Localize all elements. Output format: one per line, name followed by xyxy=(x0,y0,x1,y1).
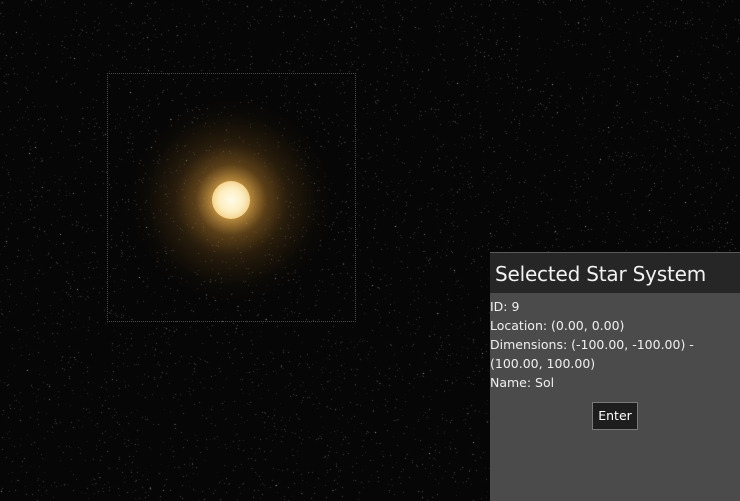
system-location: Location: (0.00, 0.00) xyxy=(490,318,625,333)
panel-title: Selected Star System xyxy=(495,262,707,286)
space-map-viewport[interactable]: Selected Star System ID: 9 Location: (0.… xyxy=(0,0,740,501)
system-id: ID: 9 xyxy=(490,299,520,314)
selected-star-system-panel: Selected Star System ID: 9 Location: (0.… xyxy=(490,252,740,501)
system-name: Name: Sol xyxy=(490,375,555,390)
system-dimensions: Dimensions: (-100.00, -100.00) - (100.00… xyxy=(490,337,694,371)
enter-button[interactable]: Enter xyxy=(592,402,638,430)
panel-header: Selected Star System xyxy=(490,252,740,293)
panel-body: ID: 9 Location: (0.00, 0.00) Dimensions:… xyxy=(490,293,740,430)
enter-button-wrap: Enter xyxy=(490,402,740,430)
selection-box xyxy=(107,73,356,322)
